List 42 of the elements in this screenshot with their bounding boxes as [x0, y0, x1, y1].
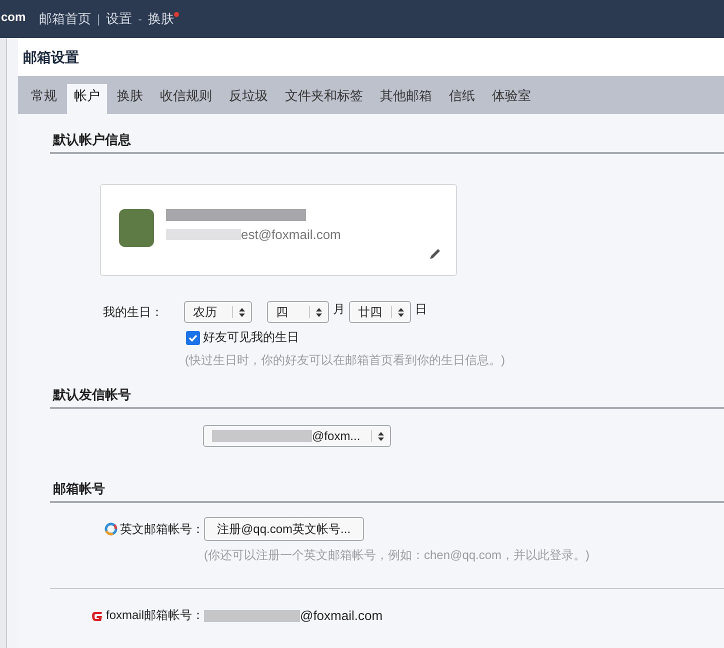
dropdown[interactable]: 农历 — [184, 301, 252, 323]
register-button[interactable]: 注册@qq.com英文帐号... — [204, 517, 364, 541]
tab[interactable]: 反垃圾 — [222, 84, 275, 114]
hint-text: (你还可以注册一个英文邮箱帐号，例如：chen@qq.com，并以此登录。) — [204, 547, 590, 564]
logo-text: com — [0, 9, 27, 24]
dropdown[interactable]: 廿四 — [349, 301, 411, 323]
tab[interactable]: 其他邮箱 — [373, 84, 439, 114]
hint-text: (快过生日时，你的好友可以在邮箱首页看到你的生日信息。) — [185, 352, 505, 369]
tab[interactable]: 文件夹和标签 — [278, 84, 370, 114]
nav-link[interactable]: 换肤 — [148, 10, 174, 28]
field-label: foxmail邮箱帐号： — [106, 607, 204, 624]
dropdown-arrow-icon — [316, 308, 322, 316]
email-address: @foxmail.com — [300, 608, 383, 623]
field-label: 英文邮箱帐号： — [120, 520, 204, 538]
checkbox-box[interactable] — [186, 330, 200, 344]
page-title: 邮箱设置 — [22, 48, 80, 67]
tab[interactable]: 收信规则 — [153, 84, 219, 114]
dropdown-arrow-icon — [398, 308, 404, 316]
tab[interactable]: 体验室 — [485, 84, 538, 114]
nav-link[interactable]: 设置 — [106, 10, 132, 28]
nav-separator: | — [97, 12, 100, 26]
dropdown-arrow-icon — [239, 308, 245, 316]
section-heading: 邮箱帐号 — [50, 463, 724, 503]
tab[interactable]: 帐户 — [67, 84, 107, 114]
unit-label: 月 — [333, 301, 345, 318]
tab[interactable]: 信纸 — [442, 84, 482, 114]
unit-label: 日 — [415, 301, 427, 318]
section-heading: 默认帐户信息 — [50, 114, 724, 154]
dropdown-arrow-icon — [378, 432, 384, 440]
dropdown[interactable]: @foxm... — [203, 425, 391, 447]
dropdown[interactable]: 四 — [267, 301, 329, 323]
nav-separator: - — [138, 12, 142, 26]
avatar-placeholder — [119, 209, 154, 247]
ring-logo-icon — [104, 522, 118, 536]
email-address: est@foxmail.com — [241, 227, 341, 242]
field-label: 我的生日： — [103, 304, 164, 320]
section-heading: 默认发信帐号 — [50, 369, 724, 409]
edit-icon[interactable] — [428, 247, 442, 261]
nav-link[interactable]: 邮箱首页 — [39, 10, 91, 28]
tab[interactable]: 常规 — [24, 84, 64, 114]
tab[interactable]: 换肤 — [110, 84, 150, 114]
checkbox[interactable]: 好友可见我的生日 — [186, 329, 299, 346]
